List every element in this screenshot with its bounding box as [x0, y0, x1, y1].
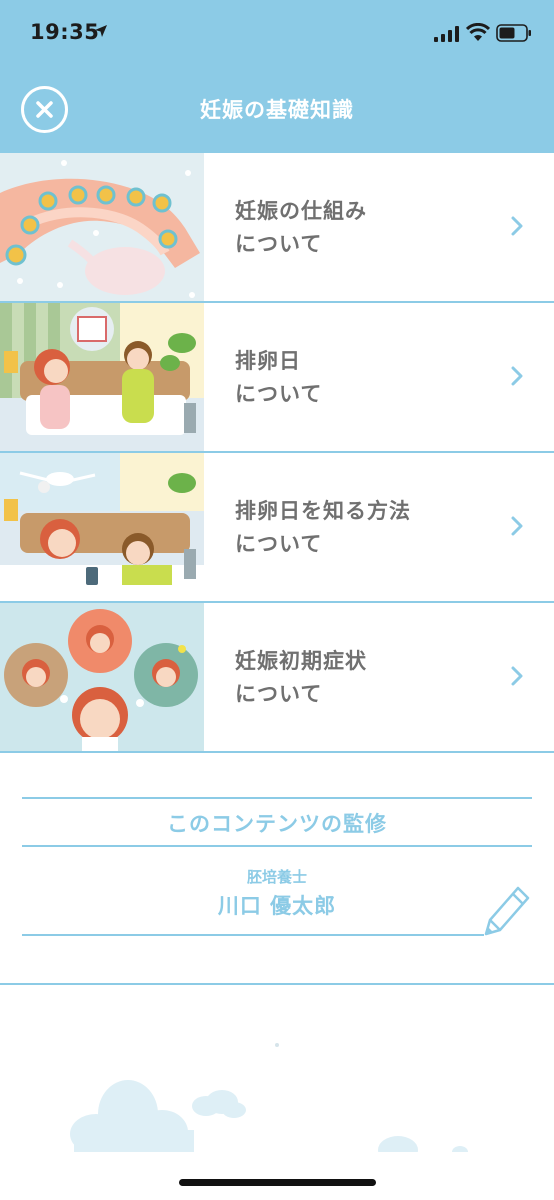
list-item-title: 妊娠初期症状 — [235, 649, 367, 673]
divider — [0, 983, 554, 985]
divider — [22, 934, 484, 936]
supervisor-role: 胚培養士 — [246, 868, 307, 886]
chevron-right-icon — [511, 666, 523, 686]
location-arrow-icon — [95, 25, 107, 37]
supervisor-name: 川口 優太郎 — [217, 894, 337, 918]
cellular-signal-icon — [434, 26, 459, 42]
list-item-subtitle: について — [235, 532, 323, 556]
list-item-title: 排卵日を知る方法 — [235, 499, 411, 523]
list-item-title: 妊娠の仕組み — [235, 199, 367, 223]
list-item-subtitle: について — [235, 682, 323, 706]
home-indicator[interactable] — [179, 1179, 376, 1186]
list-item-pregnancy-mechanism[interactable]: 妊娠の仕組み について — [0, 153, 554, 303]
status-bar: 19:35 — [0, 0, 554, 68]
chevron-right-icon — [511, 216, 523, 236]
divider — [22, 845, 532, 847]
how-to-know-ovulation-illustration — [0, 453, 204, 601]
list-item-how-to-know-ovulation[interactable]: 排卵日を知る方法 について — [0, 453, 554, 603]
list-item-early-pregnancy-symptoms[interactable]: 妊娠初期症状 について — [0, 603, 554, 753]
list-item-title: 排卵日 — [235, 349, 301, 373]
supervisor-heading: このコンテンツの監修 — [167, 812, 387, 836]
chevron-right-icon — [511, 516, 523, 536]
battery-icon — [496, 24, 531, 42]
pencil-icon — [484, 886, 530, 936]
early-pregnancy-symptoms-illustration — [0, 603, 204, 751]
page-title: 妊娠の基礎知識 — [200, 98, 354, 122]
header-bar: 19:35 妊娠の基礎知識 — [0, 0, 554, 153]
topic-list: 妊娠の仕組み について 排卵日 について 排卵日を知る方法 について 妊娠初期症… — [0, 153, 554, 753]
status-time: 19:35 — [30, 20, 100, 44]
ovulation-day-illustration — [0, 303, 204, 451]
wifi-icon — [466, 23, 490, 41]
list-item-ovulation-day[interactable]: 排卵日 について — [0, 303, 554, 453]
divider — [22, 797, 532, 799]
cloud-illustration — [70, 1080, 468, 1152]
pregnancy-mechanism-illustration — [0, 153, 204, 301]
chevron-right-icon — [511, 366, 523, 386]
decorative-dot — [275, 1043, 279, 1047]
list-item-subtitle: について — [235, 382, 323, 406]
list-item-subtitle: について — [235, 232, 323, 256]
